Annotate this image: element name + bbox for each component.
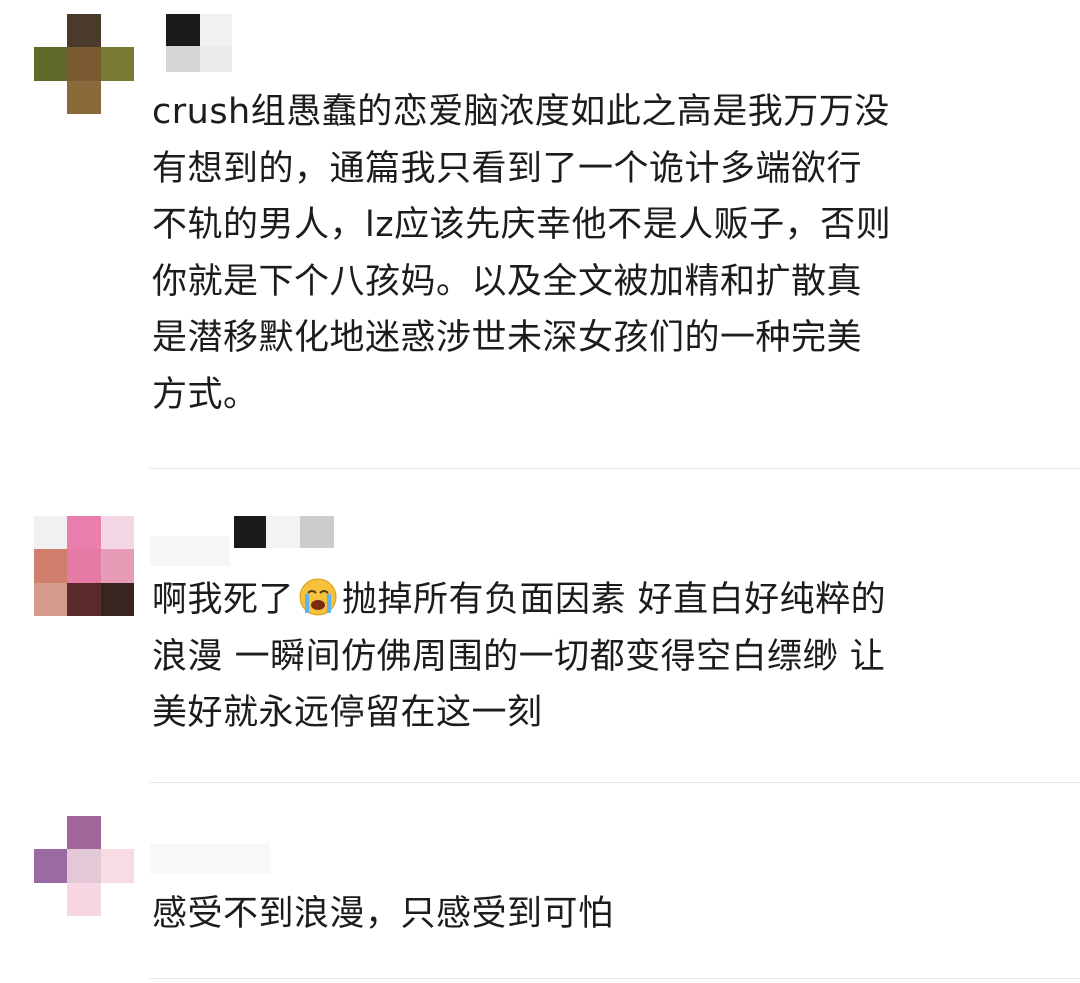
loudly-crying-face-icon [299, 578, 337, 616]
comment-line-part: 抛掉所有负面因素 好直白好纯粹的 [342, 580, 887, 620]
comment-line: 美好就永远停留在这一刻 [152, 693, 543, 733]
comment-line: crush组愚蠢的恋爱脑浓度如此之高是我万万没 [152, 92, 890, 132]
comment-line: 你就是下个八孩妈。以及全文被加精和扩散真 [152, 261, 863, 302]
comment-line: 浪漫 一瞬间仿佛周围的一切都变得空白缥缈 让 [152, 636, 886, 677]
comment-line: 啊我死了 抛掉所有负面因素 好直白好纯粹的 [152, 572, 1052, 629]
divider [150, 468, 1080, 469]
comment-line: 是潜移默化地迷惑涉世未深女孩们的一种完美 [152, 318, 863, 358]
comment-text: crush组愚蠢的恋爱脑浓度如此之高是我万万没 有想到的，通篇我只看到了一个诡计… [152, 84, 1052, 423]
avatar-pixelated[interactable] [34, 14, 134, 114]
comment-text: 感受不到浪漫，只感受到可怕 [152, 886, 1052, 943]
comment-line-part: 啊我死了 [152, 580, 295, 620]
comment-line: 有想到的，通篇我只看到了一个诡计多端欲行 [152, 148, 863, 189]
username-pixelated[interactable] [150, 14, 370, 72]
avatar-pixelated[interactable] [34, 816, 134, 916]
divider [150, 978, 1080, 979]
username-pixelated[interactable] [150, 516, 370, 566]
avatar-pixelated[interactable] [34, 516, 134, 616]
comment-line: 不轨的男人，lz应该先庆幸他不是人贩子，否则 [152, 205, 892, 245]
comment-line: 感受不到浪漫，只感受到可怕 [152, 894, 614, 934]
username-pixelated[interactable] [150, 840, 370, 882]
comment-line: 方式。 [152, 374, 259, 415]
comment-text: 啊我死了 抛掉所有负面因素 好直白好纯粹的 浪漫 一瞬间仿佛周围的一切都变得空白… [152, 572, 1052, 742]
divider [150, 782, 1080, 783]
